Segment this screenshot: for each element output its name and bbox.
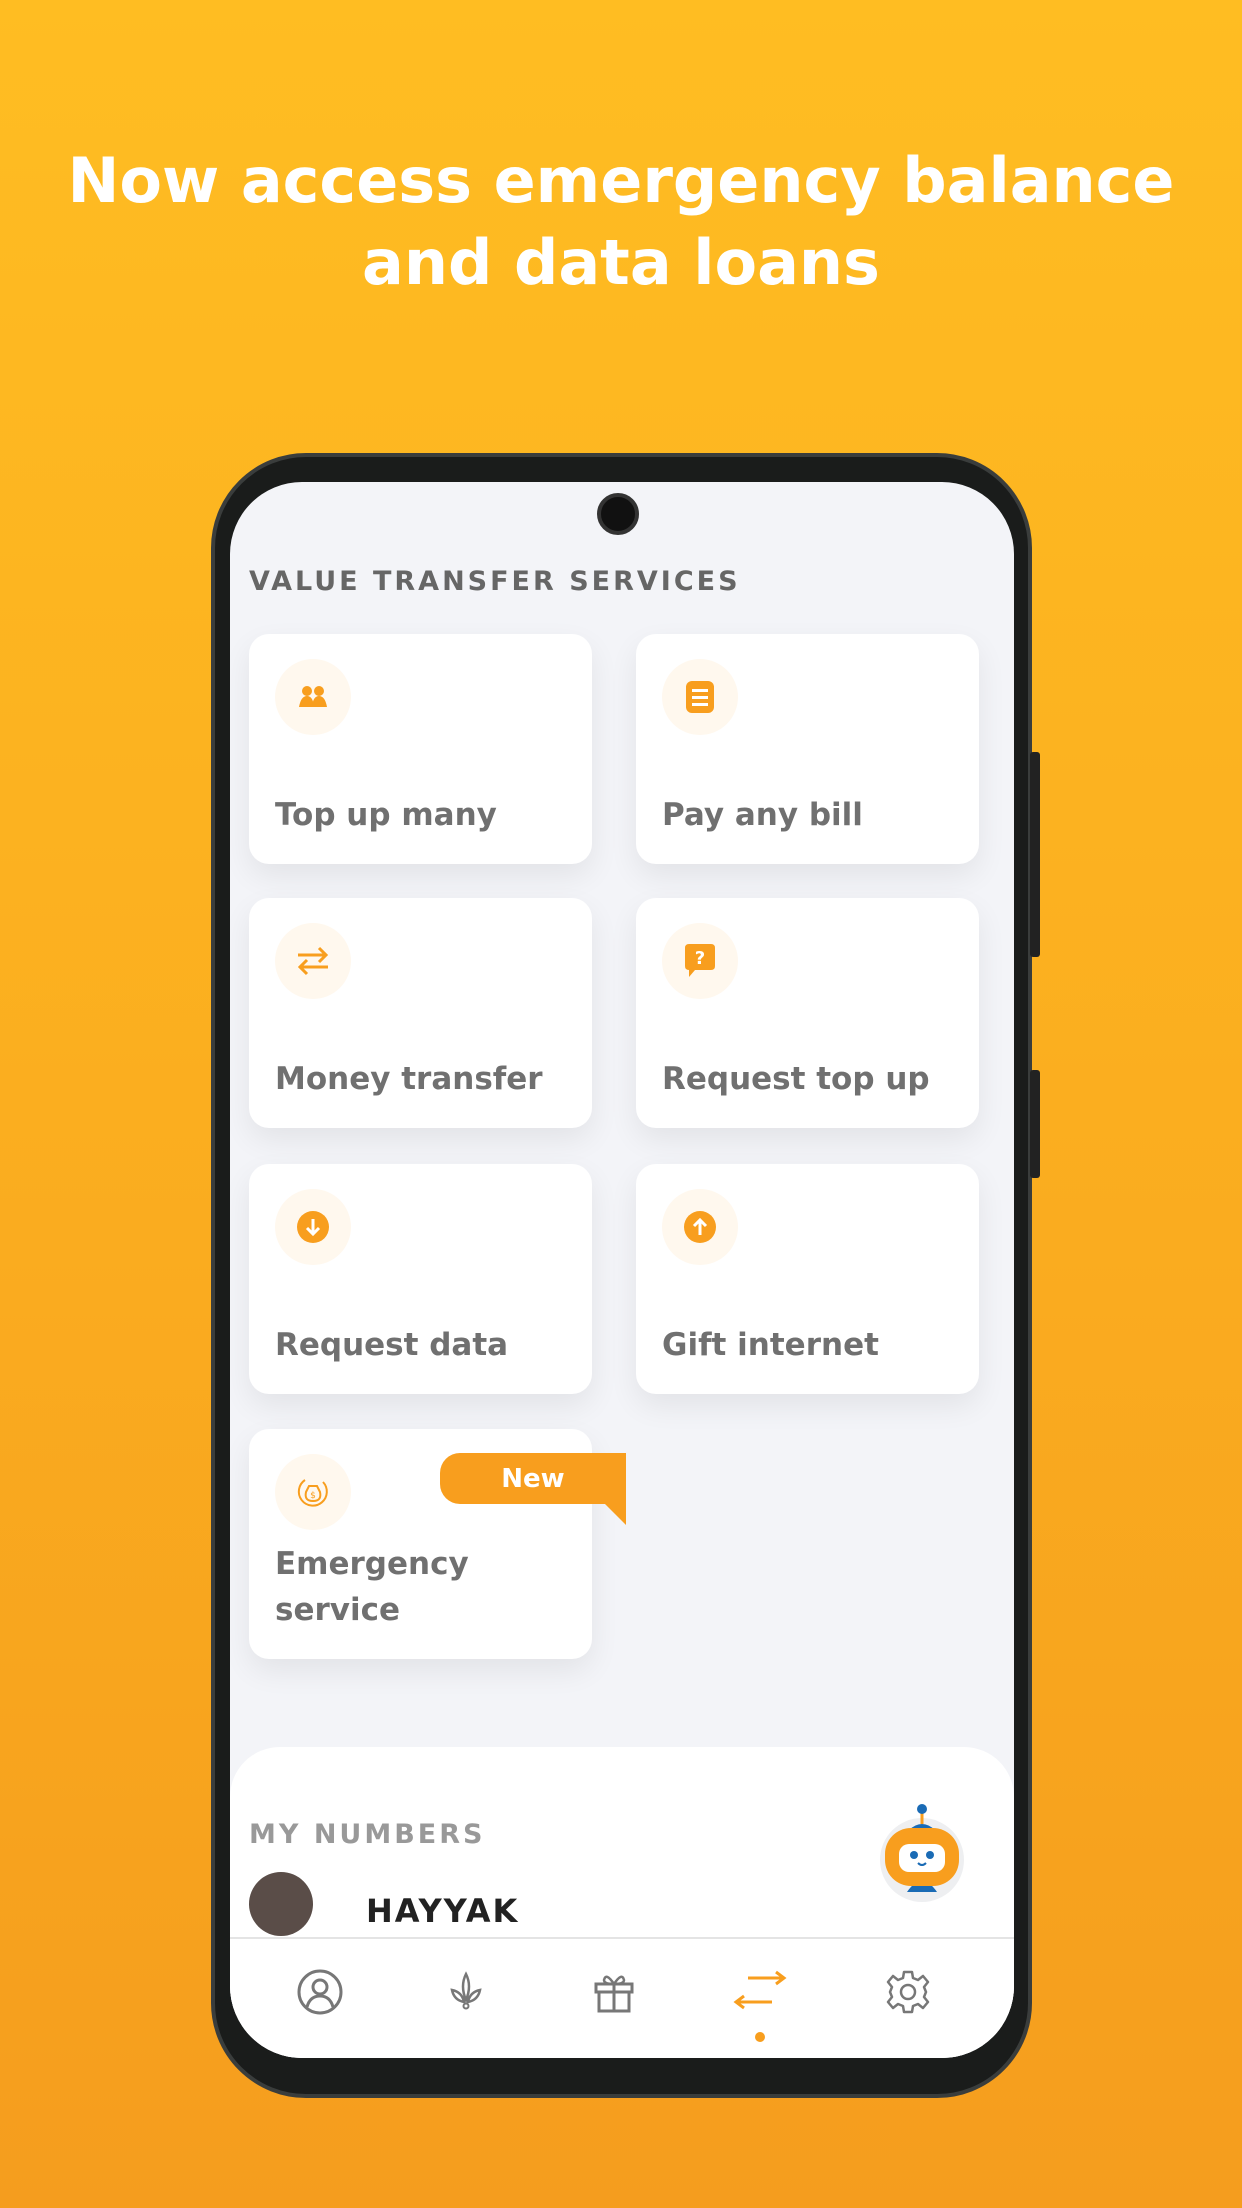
power-button [1030, 1070, 1040, 1178]
new-badge: New [440, 1453, 626, 1504]
service-emergency[interactable]: $ New Emergency service [249, 1429, 626, 1659]
active-tab-indicator [755, 2032, 765, 2042]
transfer-arrows-icon [275, 923, 351, 999]
volume-button [1030, 752, 1040, 957]
service-label: Money transfer [275, 1061, 543, 1097]
arrow-up-circle-icon [662, 1189, 738, 1265]
money-bag-icon: $ [275, 1454, 351, 1530]
service-label: Request top up [662, 1061, 930, 1097]
bill-icon [662, 659, 738, 735]
service-label: Top up many [275, 797, 497, 833]
svg-text:$: $ [310, 1491, 316, 1501]
service-label: Gift internet [662, 1327, 879, 1363]
question-bubble-icon: ? [662, 923, 738, 999]
section-title: VALUE TRANSFER SERVICES [249, 566, 741, 597]
service-label: Request data [275, 1327, 509, 1363]
nav-gift-icon[interactable] [584, 1962, 644, 2022]
my-numbers-title: MY NUMBERS [249, 1819, 486, 1850]
headline: Now access emergency balance and data lo… [0, 140, 1242, 304]
people-icon [275, 659, 351, 735]
headline-line-1: Now access emergency balance [67, 144, 1175, 217]
nav-profile-icon[interactable] [290, 1962, 350, 2022]
nav-transfer-icon[interactable] [730, 1962, 790, 2022]
svg-text:?: ? [695, 948, 705, 969]
service-label: Emergency service [275, 1546, 469, 1628]
service-request-data[interactable]: Request data [249, 1164, 592, 1394]
service-gift-internet[interactable]: Gift internet [636, 1164, 979, 1394]
avatar[interactable] [249, 1872, 313, 1936]
service-pay-any-bill[interactable]: Pay any bill [636, 634, 979, 864]
service-money-transfer[interactable]: Money transfer [249, 898, 592, 1128]
phone-screen: VALUE TRANSFER SERVICES Top up many Pay … [230, 482, 1014, 2058]
chatbot-robot-icon[interactable] [879, 1802, 965, 1912]
nav-lotus-icon[interactable] [436, 1962, 496, 2022]
arrow-down-circle-icon [275, 1189, 351, 1265]
service-top-up-many[interactable]: Top up many [249, 634, 592, 864]
service-label: Pay any bill [662, 797, 863, 833]
number-name: HAYYAK [366, 1892, 520, 1930]
bottom-nav [230, 1937, 1014, 2058]
nav-settings-icon[interactable] [878, 1962, 938, 2022]
front-camera [597, 493, 639, 535]
headline-line-2: and data loans [362, 226, 880, 299]
service-request-top-up[interactable]: ? Request top up [636, 898, 979, 1128]
badge-tail [605, 1504, 626, 1525]
